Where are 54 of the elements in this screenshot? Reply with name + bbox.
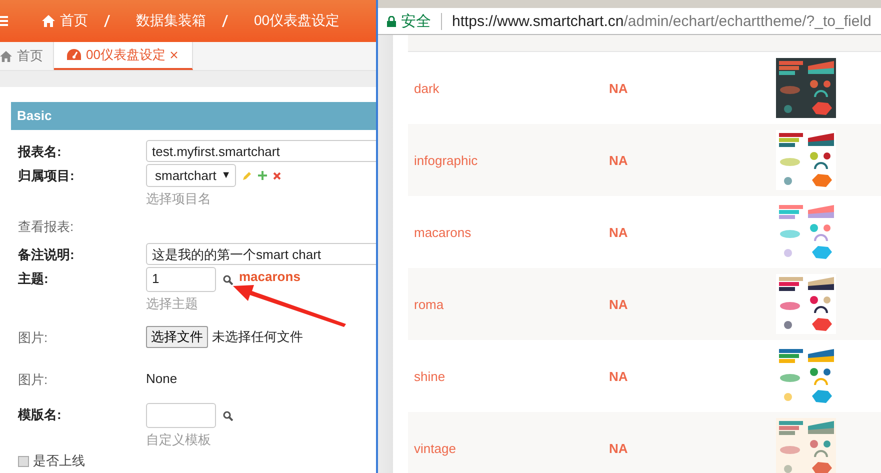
theme-name-link[interactable]: shine — [408, 368, 609, 384]
file-status: 未选择任何文件 — [212, 328, 303, 346]
search-icon[interactable] — [223, 274, 233, 284]
table-cell-text: NA — [609, 80, 629, 96]
table-cell-text: NA — [609, 296, 629, 312]
theme-name-link[interactable]: vintage — [408, 440, 609, 456]
field-label: 模版名: — [18, 406, 62, 424]
gauge-icon — [67, 49, 81, 61]
home-icon — [42, 15, 55, 27]
close-icon[interactable] — [170, 51, 178, 59]
theme-name-link[interactable]: dark — [408, 80, 609, 96]
breadcrumb-link[interactable]: 00仪表盘设定 — [254, 12, 340, 30]
delete-icon[interactable] — [273, 172, 281, 180]
input-field[interactable]: 这是我的的第一个smart chart — [146, 243, 376, 265]
table-cell-text: NA — [609, 440, 629, 456]
field-label: 归属项目: — [18, 167, 74, 185]
home-icon — [0, 50, 12, 62]
field-label: 查看报表: — [18, 218, 74, 236]
field-label: 图片: — [18, 329, 48, 347]
theme-name-link[interactable]: roma — [408, 296, 609, 312]
secure-label: 安全 — [401, 12, 431, 30]
pencil-icon[interactable] — [242, 170, 252, 180]
theme-name-link[interactable]: infographic — [408, 152, 609, 168]
field-value: None — [146, 370, 178, 386]
field-label: 主题: — [18, 270, 48, 288]
breadcrumb-separator-icon — [222, 15, 228, 27]
help-text: 自定义模板 — [146, 431, 212, 449]
breadcrumb-link[interactable]: 首页 — [60, 12, 88, 30]
url-text: https://www.smartchart.cn/admin/echart/echarttheme/?_to_field — [452, 12, 872, 30]
choose-file-button[interactable]: 选择文件 — [146, 326, 208, 348]
breadcrumb-link[interactable]: 数据集装箱 — [136, 12, 206, 30]
menu-icon[interactable] — [0, 15, 8, 27]
lock-icon — [387, 16, 396, 26]
search-icon[interactable] — [223, 410, 233, 420]
checkbox-label: 是否上线 — [33, 452, 85, 470]
help-text: 选择主题 — [146, 295, 199, 313]
input-field[interactable]: 1 — [146, 267, 216, 292]
panel-header: Basic — [11, 102, 376, 130]
plus-icon[interactable] — [258, 171, 267, 180]
field-label: 报表名: — [18, 143, 62, 161]
field-label: 备注说明: — [18, 246, 74, 264]
tab[interactable]: 00仪表盘设定 — [54, 42, 194, 70]
field-label: 图片: — [18, 371, 48, 389]
help-text: 选择项目名 — [146, 190, 212, 208]
table-cell-text: NA — [609, 368, 629, 384]
breadcrumb-separator-icon — [104, 15, 110, 27]
table-cell-text: NA — [609, 152, 629, 168]
select-field[interactable]: smartchart ▼ — [146, 164, 236, 187]
input-field[interactable] — [146, 403, 216, 428]
table-cell-text: NA — [609, 224, 629, 240]
theme-link[interactable]: macarons — [239, 269, 300, 284]
input-field[interactable]: test.myfirst.smartchart — [146, 140, 376, 162]
theme-name-link[interactable]: macarons — [408, 224, 609, 240]
checkbox[interactable] — [18, 456, 29, 466]
